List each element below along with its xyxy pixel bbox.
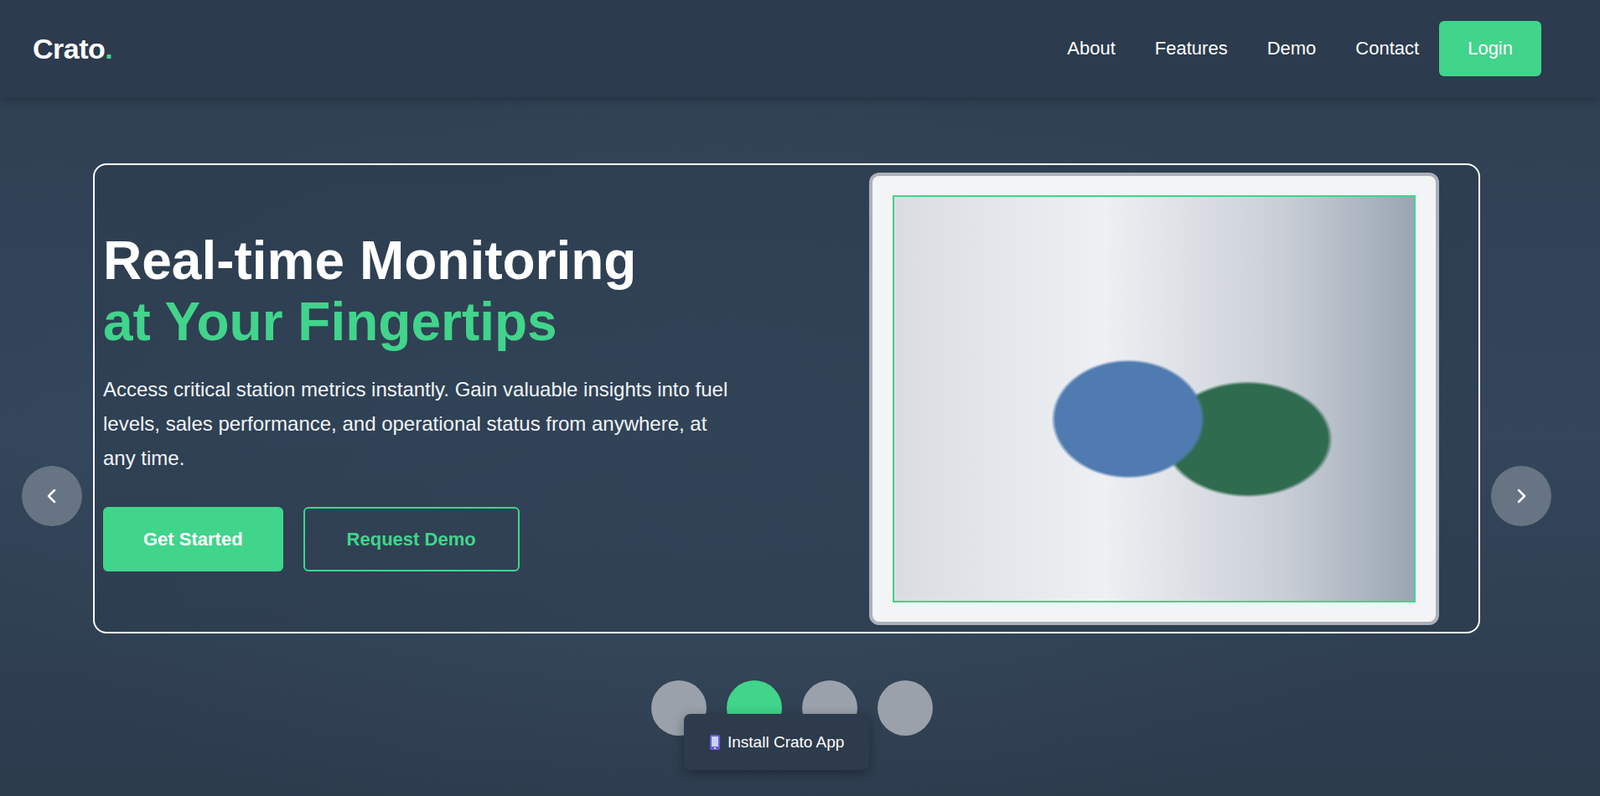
- header: Crato. About Features Demo Contact Login: [0, 0, 1600, 98]
- hero-photo: [892, 195, 1416, 603]
- nav-link[interactable]: Contact: [1355, 37, 1419, 60]
- nav-link[interactable]: Features: [1154, 37, 1228, 60]
- hero-description: Access critical station metrics instantl…: [103, 372, 741, 477]
- install-app-button[interactable]: Install Crato App: [683, 714, 870, 771]
- phone-icon: [709, 734, 721, 751]
- login-button[interactable]: Login: [1439, 20, 1542, 77]
- hero-title: Real-time Monitoring at Your Fingertips: [103, 230, 757, 354]
- hero-image-frame: [872, 176, 1436, 622]
- chevron-right-icon: [1511, 486, 1532, 507]
- nav: About Features Demo Contact Login: [1066, 20, 1542, 77]
- next-slide-button[interactable]: [1491, 466, 1552, 527]
- get-started-button[interactable]: Get Started: [103, 507, 284, 572]
- hero-text: Real-time Monitoring at Your Fingertips …: [103, 225, 757, 573]
- request-demo-button[interactable]: Request Demo: [303, 507, 520, 572]
- nav-link[interactable]: Demo: [1267, 37, 1317, 60]
- prev-slide-button[interactable]: [21, 466, 83, 527]
- landing-page: Crato. About Features Demo Contact Login Re…: [0, 0, 1600, 796]
- hero-slide: Real-time Monitoring at Your Fingertips …: [93, 163, 1481, 634]
- hero-carousel: Real-time Monitoring at Your Fingertips …: [0, 97, 1600, 736]
- logo[interactable]: Crato.: [32, 32, 113, 66]
- hero-actions: Get Started Request Demo: [103, 507, 757, 572]
- nav-link[interactable]: About: [1066, 37, 1116, 60]
- chevron-left-icon: [41, 486, 63, 507]
- carousel-dot[interactable]: [877, 680, 933, 736]
